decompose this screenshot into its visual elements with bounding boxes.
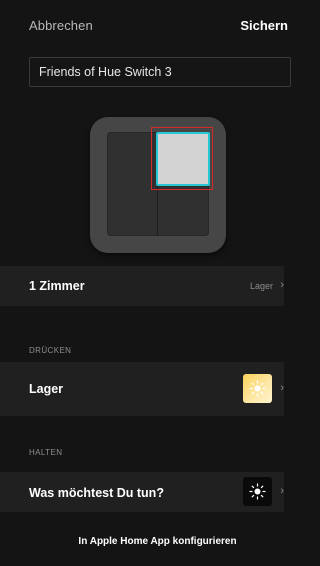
cancel-button[interactable]: Abbrechen [29,18,93,33]
press-action-row[interactable]: Lager › [0,362,284,416]
chevron-right-icon: › [280,485,284,497]
rooms-row-value: Lager [249,281,273,291]
hold-action-label: Was möchtest Du tun? [29,486,164,500]
switch-name-field[interactable] [29,57,291,87]
press-section-header: DRÜCKEN [29,346,72,355]
rooms-row[interactable]: 1 Zimmer Lager › [0,266,284,306]
hold-action-row[interactable]: Was möchtest Du tun? › [0,472,284,512]
sun-icon [249,380,266,397]
apple-home-config-link[interactable]: In Apple Home App konfigurieren [0,536,315,547]
scene-tile[interactable] [243,374,272,403]
chevron-right-icon: › [280,382,284,394]
save-button[interactable]: Sichern [240,18,288,33]
rooms-row-label: 1 Zimmer [29,279,85,293]
hold-section-header: HALTEN [29,448,63,457]
selection-box [151,127,213,190]
chevron-right-icon: › [280,279,284,291]
top-bar: Abbrechen Sichern [0,0,288,52]
sun-icon [249,483,266,500]
switch-name-input[interactable] [30,58,290,86]
press-action-label: Lager [29,382,64,396]
scene-tile[interactable] [243,477,272,506]
